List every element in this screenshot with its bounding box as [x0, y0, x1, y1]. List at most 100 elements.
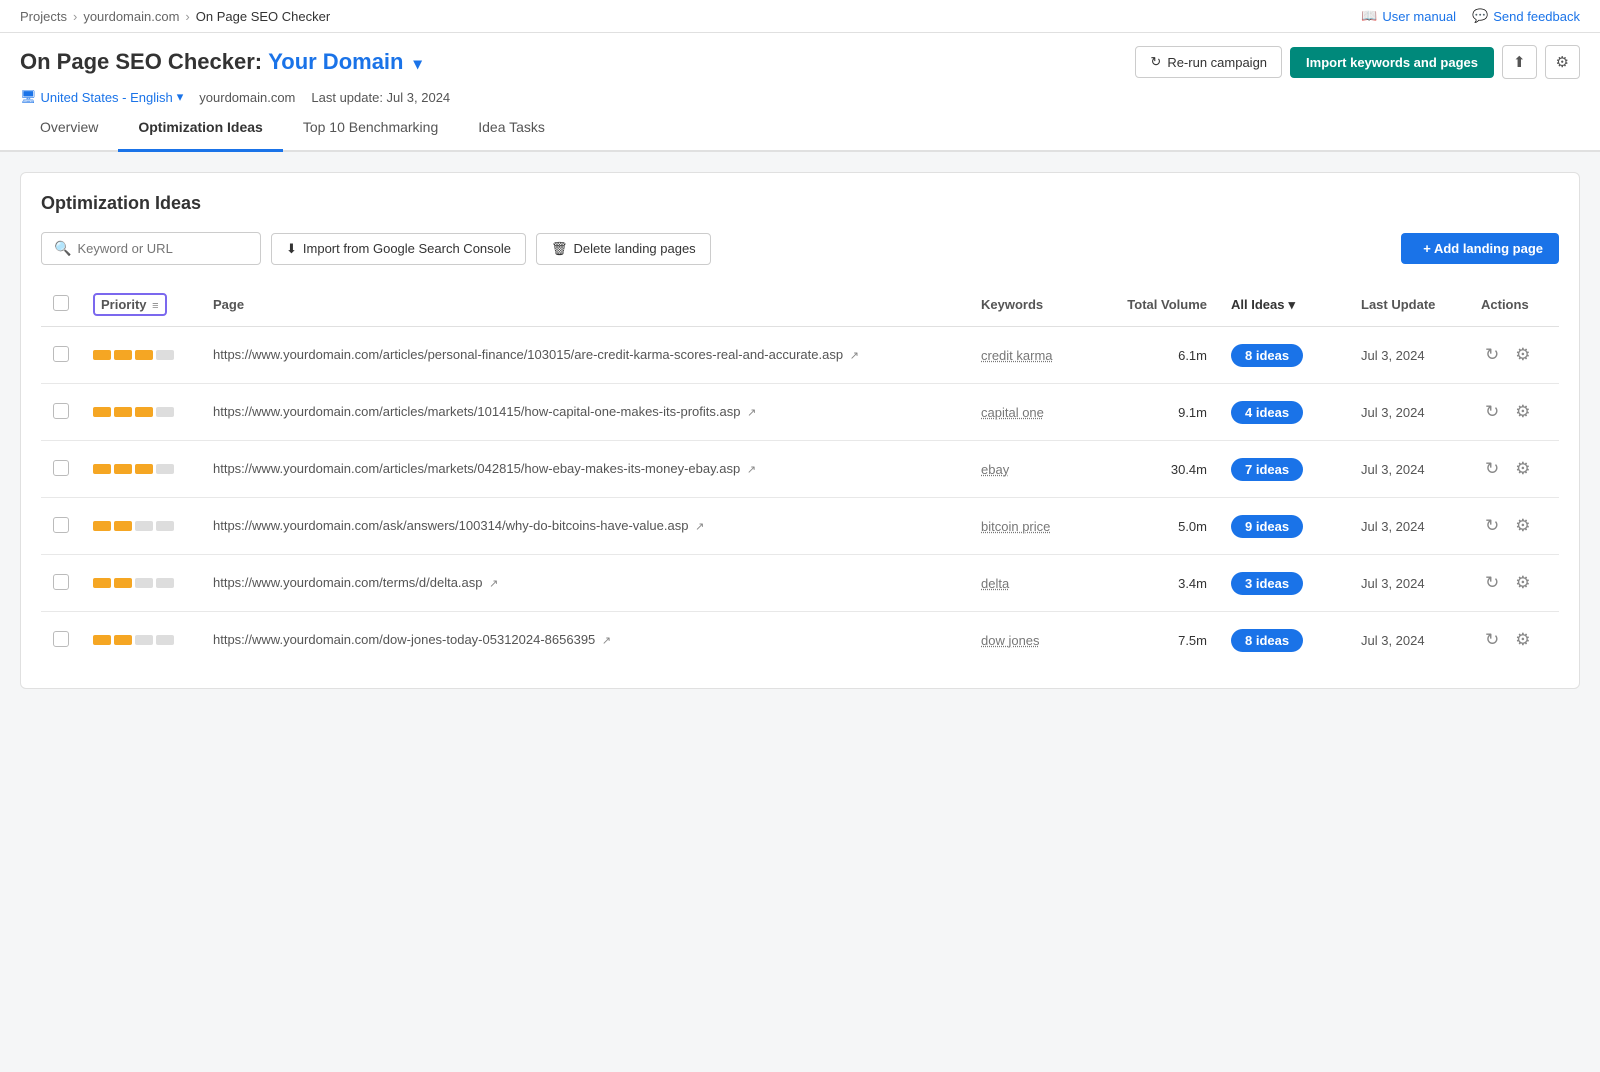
add-landing-button[interactable]: + Add landing page — [1401, 233, 1559, 264]
monitor-icon: 🖥 — [20, 89, 37, 105]
external-link-icon[interactable]: ↗ — [747, 463, 756, 476]
settings-row-button[interactable]: ⚙ — [1511, 341, 1534, 369]
priority-bars — [93, 578, 189, 588]
ideas-badge[interactable]: 8 ideas — [1231, 629, 1303, 652]
row-page-cell: https://www.yourdomain.com/articles/mark… — [201, 384, 969, 441]
update-date: Jul 3, 2024 — [1361, 633, 1425, 648]
tab-idea-tasks[interactable]: Idea Tasks — [458, 105, 565, 152]
rerun-row-button[interactable]: ↻ — [1481, 512, 1503, 540]
priority-bar — [156, 350, 174, 360]
download-icon: ⬇ — [286, 241, 297, 257]
title-prefix: On Page SEO Checker: — [20, 49, 262, 74]
select-all-checkbox[interactable] — [53, 295, 69, 311]
priority-bar — [156, 578, 174, 588]
th-ideas: All Ideas ▾ — [1219, 283, 1349, 327]
update-date: Jul 3, 2024 — [1361, 519, 1425, 534]
row-priority-cell — [81, 441, 201, 498]
row-checkbox[interactable] — [53, 574, 69, 590]
th-actions: Actions — [1469, 283, 1559, 327]
settings-row-button[interactable]: ⚙ — [1511, 398, 1534, 426]
main-content: Optimization Ideas 🔍 ⬇ Import from Googl… — [0, 152, 1600, 709]
delete-pages-button[interactable]: 🗑 Delete landing pages — [536, 233, 711, 265]
all-ideas-filter-button[interactable]: All Ideas ▾ — [1231, 297, 1295, 313]
priority-bar — [93, 407, 111, 417]
ideas-badge[interactable]: 9 ideas — [1231, 515, 1303, 538]
keyword-link[interactable]: credit karma — [981, 348, 1053, 363]
row-volume-cell: 3.4m — [1109, 555, 1219, 612]
keyword-link[interactable]: bitcoin price — [981, 519, 1050, 534]
actions-cell: ↻ ⚙ — [1481, 341, 1547, 369]
user-manual-link[interactable]: 📖 User manual — [1361, 8, 1456, 24]
row-checkbox[interactable] — [53, 460, 69, 476]
breadcrumb-domain[interactable]: yourdomain.com — [83, 9, 179, 24]
import-gsc-button[interactable]: ⬇ Import from Google Search Console — [271, 233, 526, 265]
rerun-row-button[interactable]: ↻ — [1481, 569, 1503, 597]
volume-value: 9.1m — [1178, 405, 1207, 420]
breadcrumb-projects[interactable]: Projects — [20, 9, 67, 24]
row-volume-cell: 5.0m — [1109, 498, 1219, 555]
send-feedback-link[interactable]: 💬 Send feedback — [1472, 8, 1580, 24]
external-link-icon[interactable]: ↗ — [850, 349, 859, 362]
keyword-link[interactable]: dow jones — [981, 633, 1040, 648]
tab-optimization-ideas[interactable]: Optimization Ideas — [118, 105, 282, 152]
priority-bar — [156, 407, 174, 417]
import-gsc-label: Import from Google Search Console — [303, 241, 511, 256]
settings-row-button[interactable]: ⚙ — [1511, 455, 1534, 483]
priority-bar — [135, 635, 153, 645]
settings-row-button[interactable]: ⚙ — [1511, 512, 1534, 540]
settings-icon-button[interactable]: ⚙ — [1545, 45, 1580, 79]
page-url: https://www.yourdomain.com/articles/mark… — [213, 404, 740, 419]
tab-top10[interactable]: Top 10 Benchmarking — [283, 105, 458, 152]
priority-bar — [114, 350, 132, 360]
ideas-badge[interactable]: 4 ideas — [1231, 401, 1303, 424]
settings-row-button[interactable]: ⚙ — [1511, 569, 1534, 597]
last-update: Last update: Jul 3, 2024 — [311, 90, 450, 105]
priority-bar — [156, 635, 174, 645]
page-url: https://www.yourdomain.com/terms/d/delta… — [213, 575, 483, 590]
update-date: Jul 3, 2024 — [1361, 576, 1425, 591]
row-checkbox[interactable] — [53, 517, 69, 533]
keyword-link[interactable]: delta — [981, 576, 1009, 591]
search-input[interactable] — [77, 241, 248, 256]
priority-bar — [135, 464, 153, 474]
rerun-row-button[interactable]: ↻ — [1481, 341, 1503, 369]
external-link-icon[interactable]: ↗ — [747, 406, 756, 419]
external-link-icon[interactable]: ↗ — [602, 634, 611, 647]
table-row: https://www.yourdomain.com/articles/pers… — [41, 327, 1559, 384]
settings-row-button[interactable]: ⚙ — [1511, 626, 1534, 654]
page-url: https://www.yourdomain.com/articles/mark… — [213, 461, 740, 476]
rerun-row-button[interactable]: ↻ — [1481, 398, 1503, 426]
locale-button[interactable]: 🖥 United States - English ▾ — [20, 89, 183, 105]
external-link-icon[interactable]: ↗ — [695, 520, 704, 533]
upload-icon-button[interactable]: ⬆ — [1502, 45, 1537, 79]
row-checkbox[interactable] — [53, 403, 69, 419]
keyword-link[interactable]: capital one — [981, 405, 1044, 420]
keyword-link[interactable]: ebay — [981, 462, 1009, 477]
sort-icon: ≡ — [152, 300, 158, 312]
priority-bar — [114, 407, 132, 417]
rerun-button[interactable]: ↻ Re-run campaign — [1135, 46, 1282, 78]
th-priority: Priority ≡ — [81, 283, 201, 327]
row-check-cell — [41, 327, 81, 384]
row-checkbox[interactable] — [53, 631, 69, 647]
book-icon: 📖 — [1361, 8, 1377, 24]
priority-bar — [93, 578, 111, 588]
domain-chevron[interactable]: ▾ — [414, 56, 422, 73]
external-link-icon[interactable]: ↗ — [489, 577, 498, 590]
tabs-bar: Overview Optimization Ideas Top 10 Bench… — [0, 105, 1600, 152]
ideas-badge[interactable]: 8 ideas — [1231, 344, 1303, 367]
row-page-cell: https://www.yourdomain.com/terms/d/delta… — [201, 555, 969, 612]
header-buttons: ↻ Re-run campaign Import keywords and pa… — [1135, 45, 1580, 79]
row-priority-cell — [81, 612, 201, 669]
ideas-badge[interactable]: 7 ideas — [1231, 458, 1303, 481]
rerun-row-button[interactable]: ↻ — [1481, 626, 1503, 654]
delete-pages-label: Delete landing pages — [574, 241, 696, 256]
row-checkbox[interactable] — [53, 346, 69, 362]
rerun-row-button[interactable]: ↻ — [1481, 455, 1503, 483]
ideas-badge[interactable]: 3 ideas — [1231, 572, 1303, 595]
tab-overview[interactable]: Overview — [20, 105, 118, 152]
row-ideas-cell: 7 ideas — [1219, 441, 1349, 498]
row-volume-cell: 6.1m — [1109, 327, 1219, 384]
import-keywords-button[interactable]: Import keywords and pages — [1290, 47, 1494, 78]
update-date: Jul 3, 2024 — [1361, 405, 1425, 420]
